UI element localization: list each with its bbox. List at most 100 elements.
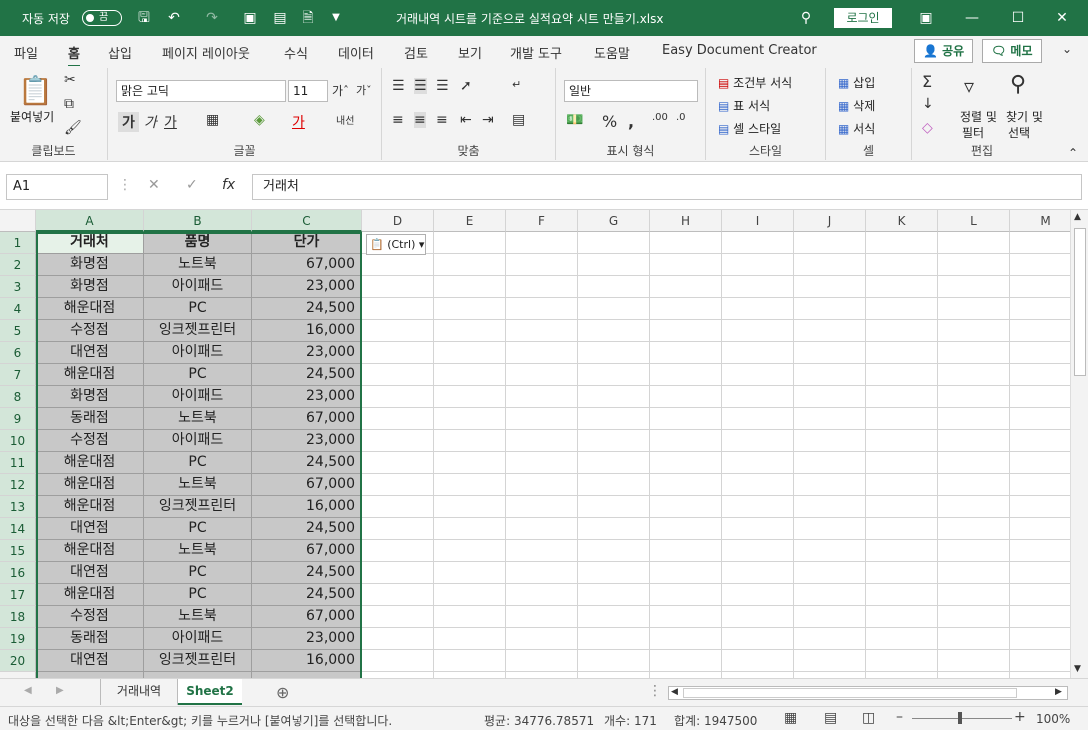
chevron-down-icon[interactable]: ⌄ bbox=[1062, 42, 1072, 56]
empty-cell[interactable] bbox=[1010, 232, 1070, 254]
empty-cell[interactable] bbox=[722, 232, 794, 254]
autosave-toggle[interactable]: 끔 bbox=[82, 10, 122, 26]
tab-help[interactable]: 도움말 bbox=[594, 43, 630, 62]
table-cell[interactable]: 23,000 bbox=[252, 342, 362, 364]
empty-cell[interactable] bbox=[866, 342, 938, 364]
empty-cell[interactable] bbox=[938, 650, 1010, 672]
empty-cell[interactable] bbox=[506, 320, 578, 342]
align-bottom-icon[interactable]: ☰ bbox=[436, 78, 449, 94]
empty-cell[interactable] bbox=[722, 584, 794, 606]
empty-cell[interactable] bbox=[578, 496, 650, 518]
empty-cell[interactable] bbox=[722, 474, 794, 496]
table-cell[interactable]: 67,000 bbox=[252, 606, 362, 628]
worksheet-grid[interactable]: A B C D E F G H I J K L M 1 2 3 4 5 6 7 8 9 10 11 12 13 14 15 16 17 18… bbox=[0, 210, 1070, 678]
screenshot-icon[interactable]: ▣ bbox=[240, 8, 260, 28]
empty-cell[interactable] bbox=[578, 474, 650, 496]
row-header[interactable]: 8 bbox=[0, 386, 36, 408]
table-cell[interactable]: 아이패드 bbox=[144, 628, 252, 650]
paste-icon[interactable]: 📋 bbox=[18, 74, 53, 107]
table-cell[interactable]: PC bbox=[144, 298, 252, 320]
table-cell[interactable]: 23,000 bbox=[252, 628, 362, 650]
empty-cell[interactable] bbox=[1010, 452, 1070, 474]
grow-font-icon[interactable]: 가ˆ bbox=[332, 82, 349, 99]
tab-review[interactable]: 검토 bbox=[404, 43, 428, 62]
empty-cell[interactable] bbox=[794, 342, 866, 364]
empty-cell[interactable] bbox=[578, 386, 650, 408]
delete-cells-button[interactable]: ▦ 삭제 bbox=[838, 97, 875, 114]
accounting-format-icon[interactable]: 💵 bbox=[566, 112, 583, 128]
empty-cell[interactable] bbox=[362, 628, 434, 650]
empty-cell[interactable] bbox=[794, 518, 866, 540]
empty-cell[interactable] bbox=[938, 606, 1010, 628]
table-cell[interactable]: 해운대점 bbox=[36, 540, 144, 562]
column-header-g[interactable]: G bbox=[578, 210, 650, 232]
table-cell[interactable]: 24,500 bbox=[252, 452, 362, 474]
column-header-e[interactable]: E bbox=[434, 210, 506, 232]
empty-cell[interactable] bbox=[794, 254, 866, 276]
empty-cell[interactable] bbox=[1010, 606, 1070, 628]
name-box[interactable]: A1 bbox=[6, 174, 108, 200]
enter-icon[interactable]: ✓ bbox=[186, 177, 198, 193]
column-header-m[interactable]: M bbox=[1010, 210, 1070, 232]
undo-icon[interactable]: ↶ bbox=[164, 8, 184, 28]
header-cell[interactable]: 단가 bbox=[252, 232, 362, 254]
empty-cell[interactable] bbox=[866, 408, 938, 430]
empty-cell[interactable] bbox=[434, 518, 506, 540]
page-layout-view-icon[interactable]: ▤ bbox=[824, 710, 837, 726]
customize-toolbar-icon[interactable]: ▼ bbox=[326, 8, 346, 28]
paste-options-button[interactable]: 📋 (Ctrl) ▾ bbox=[366, 234, 426, 255]
empty-cell[interactable] bbox=[938, 408, 1010, 430]
merge-center-icon[interactable]: ▤ bbox=[512, 112, 525, 128]
empty-cell[interactable] bbox=[578, 650, 650, 672]
empty-cell[interactable] bbox=[362, 254, 434, 276]
empty-cell[interactable] bbox=[722, 518, 794, 540]
table-cell[interactable]: 16,000 bbox=[252, 320, 362, 342]
empty-cell[interactable] bbox=[794, 452, 866, 474]
scroll-left-icon[interactable]: ◀ bbox=[671, 687, 678, 697]
row-header[interactable]: 17 bbox=[0, 584, 36, 606]
empty-cell[interactable] bbox=[938, 518, 1010, 540]
align-left-icon[interactable]: ≡ bbox=[392, 112, 404, 128]
login-button[interactable]: 로그인 bbox=[834, 8, 892, 28]
table-cell[interactable]: PC bbox=[144, 518, 252, 540]
empty-cell[interactable] bbox=[722, 320, 794, 342]
empty-cell[interactable] bbox=[794, 650, 866, 672]
empty-cell[interactable] bbox=[434, 276, 506, 298]
empty-cell[interactable] bbox=[722, 452, 794, 474]
italic-button[interactable]: 가 bbox=[144, 112, 157, 132]
empty-cell[interactable] bbox=[866, 540, 938, 562]
tab-formulas[interactable]: 수식 bbox=[284, 43, 308, 62]
row-header[interactable]: 16 bbox=[0, 562, 36, 584]
minimize-icon[interactable]: — bbox=[962, 8, 982, 28]
empty-cell[interactable] bbox=[578, 276, 650, 298]
tab-page-layout[interactable]: 페이지 레이아웃 bbox=[162, 43, 250, 62]
empty-cell[interactable] bbox=[434, 364, 506, 386]
empty-cell[interactable] bbox=[866, 628, 938, 650]
empty-cell[interactable] bbox=[578, 584, 650, 606]
empty-cell[interactable] bbox=[722, 386, 794, 408]
empty-cell[interactable] bbox=[578, 232, 650, 254]
align-center-icon[interactable]: ≡ bbox=[414, 112, 426, 128]
select-all-corner[interactable] bbox=[0, 210, 36, 232]
cell-styles-button[interactable]: ▤ 셀 스타일 bbox=[718, 120, 781, 137]
column-header-b[interactable]: B bbox=[144, 210, 252, 232]
wrap-text-icon[interactable]: ↵ bbox=[512, 78, 521, 91]
sheet-tab-sheet2[interactable]: Sheet2 bbox=[178, 679, 242, 705]
empty-cell[interactable] bbox=[794, 386, 866, 408]
empty-cell[interactable] bbox=[722, 540, 794, 562]
empty-cell[interactable] bbox=[794, 540, 866, 562]
zoom-slider-thumb[interactable] bbox=[958, 712, 962, 724]
empty-cell[interactable] bbox=[506, 342, 578, 364]
table-cell[interactable]: PC bbox=[144, 562, 252, 584]
sheet-tab-transactions[interactable]: 거래내역 bbox=[100, 679, 178, 705]
empty-cell[interactable] bbox=[434, 298, 506, 320]
empty-cell[interactable] bbox=[722, 254, 794, 276]
tab-view[interactable]: 보기 bbox=[458, 43, 482, 62]
add-sheet-icon[interactable]: ⊕ bbox=[276, 683, 289, 702]
row-header[interactable]: 10 bbox=[0, 430, 36, 452]
empty-cell[interactable] bbox=[506, 628, 578, 650]
empty-cell[interactable] bbox=[938, 452, 1010, 474]
empty-cell[interactable] bbox=[650, 254, 722, 276]
insert-function-icon[interactable]: fx bbox=[222, 177, 235, 193]
empty-cell[interactable] bbox=[650, 650, 722, 672]
